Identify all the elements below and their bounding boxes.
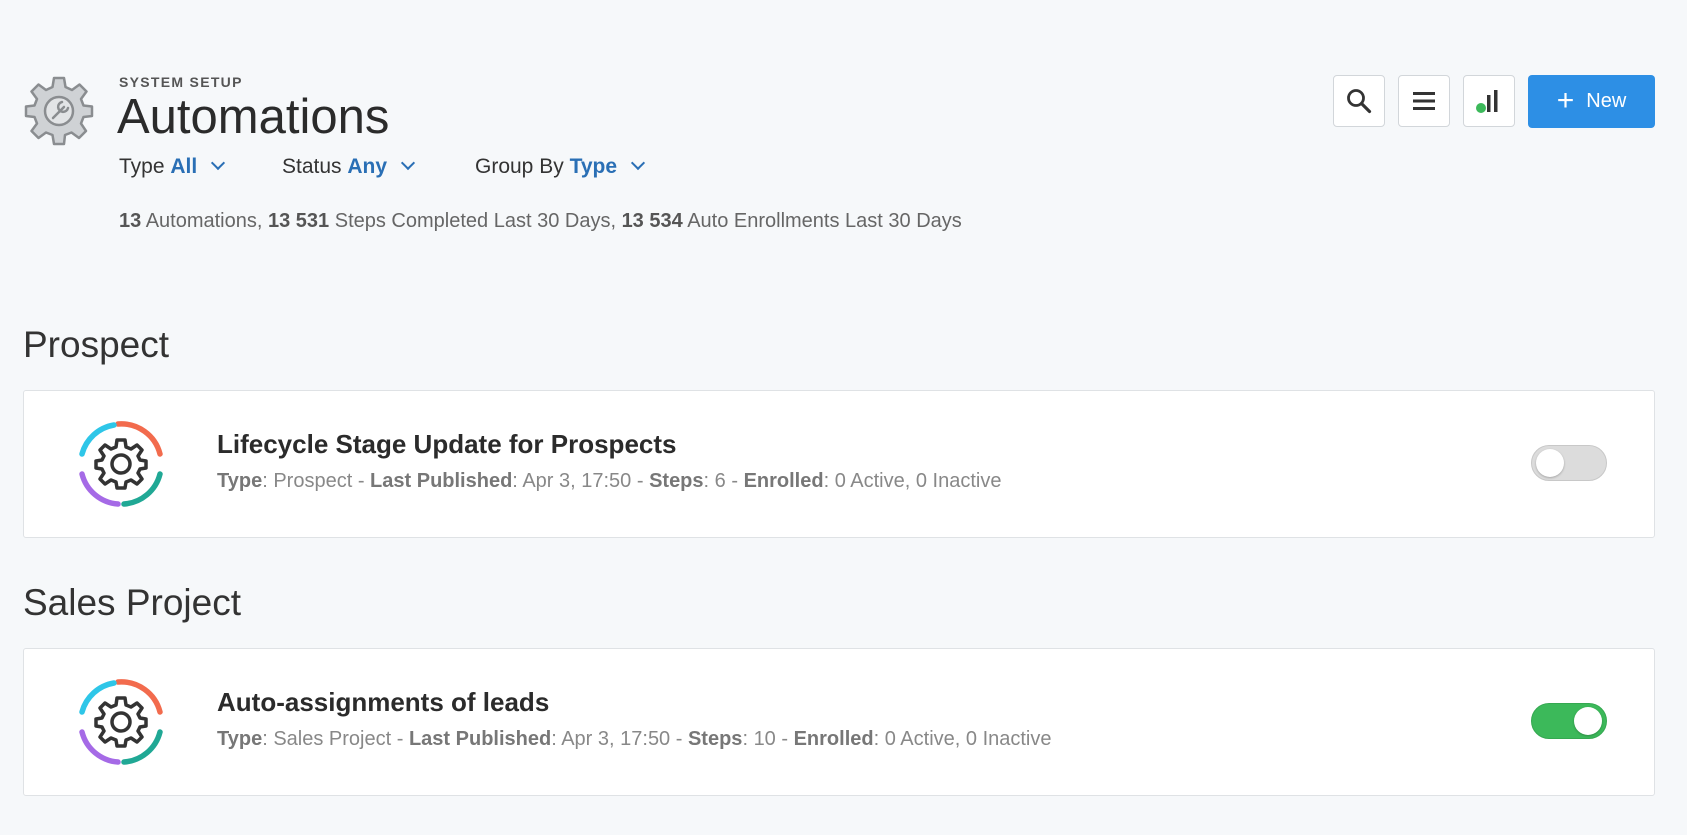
- meta-published-label: Last Published: [370, 470, 513, 492]
- automation-meta: Type: Sales Project - Last Published: Ap…: [217, 728, 1052, 750]
- filter-type[interactable]: Type All: [119, 155, 226, 179]
- meta-steps-value: 10: [753, 728, 776, 750]
- automations-label: Automations,: [145, 210, 263, 232]
- filter-type-label: Type: [119, 155, 165, 178]
- automation-cycle-icon: [79, 421, 163, 507]
- bar-chart-icon: [1476, 90, 1498, 113]
- filter-status-value: Any: [347, 155, 388, 178]
- enable-toggle[interactable]: [1531, 445, 1607, 481]
- filter-status[interactable]: Status Any: [282, 155, 415, 179]
- status-dot: [1476, 103, 1486, 113]
- group-title-prospect: Prospect: [23, 324, 170, 365]
- search-button[interactable]: [1333, 75, 1385, 127]
- meta-steps-value: 6: [714, 470, 726, 492]
- enroll-label: Auto Enrollments Last 30 Days: [687, 210, 962, 232]
- filter-group-by-label: Group By: [475, 155, 564, 178]
- page-header: SYSTEM SETUP Automations Type All Status…: [0, 0, 1687, 260]
- chevron-down-icon: [210, 155, 226, 171]
- meta-published-label: Last Published: [408, 728, 552, 750]
- list-view-button[interactable]: [1398, 75, 1450, 127]
- meta-enrolled-value: 0 Active, 0 Inactive: [884, 728, 1052, 750]
- page-kicker: SYSTEM SETUP: [119, 74, 243, 90]
- chevron-down-icon: [400, 155, 415, 171]
- meta-published-value: Apr 3, 17:50: [561, 728, 671, 750]
- enroll-count: 13 534: [621, 210, 683, 232]
- meta-type-label: Type: [217, 728, 263, 750]
- meta-steps-label: Steps: [687, 728, 743, 750]
- toggle-knob: [1536, 449, 1564, 477]
- meta-steps-label: Steps: [649, 470, 704, 492]
- filter-group-by[interactable]: Group By Type: [475, 155, 645, 179]
- stats-button[interactable]: [1463, 75, 1515, 127]
- group-title-sales-project: Sales Project: [23, 582, 241, 623]
- search-icon: [1347, 89, 1372, 114]
- summary-stats: 13 Automations, 13 531 Steps Completed L…: [119, 210, 962, 233]
- meta-type-value: Prospect: [273, 470, 353, 492]
- meta-enrolled-label: Enrolled: [743, 470, 824, 492]
- automation-name[interactable]: Lifecycle Stage Update for Prospects: [217, 429, 676, 460]
- meta-type-value: Sales Project: [273, 728, 392, 750]
- plus-icon: +: [1556, 83, 1575, 117]
- settings-gear-icon: [24, 76, 94, 146]
- filter-status-label: Status: [282, 155, 342, 178]
- automation-card[interactable]: Lifecycle Stage Update for Prospects Typ…: [23, 390, 1655, 538]
- meta-published-value: Apr 3, 17:50: [522, 470, 632, 492]
- automation-card[interactable]: Auto-assignments of leads Type: Sales Pr…: [23, 648, 1655, 796]
- automation-meta: Type: Prospect - Last Published: Apr 3, …: [217, 470, 1002, 492]
- automation-cycle-icon: [79, 679, 163, 765]
- new-automation-button[interactable]: + New: [1528, 75, 1655, 128]
- menu-icon: [1413, 92, 1435, 110]
- steps-count: 13 531: [268, 210, 330, 232]
- toggle-knob: [1574, 707, 1602, 735]
- filter-type-value: All: [170, 155, 198, 178]
- filter-group-by-value: Type: [569, 155, 618, 178]
- meta-type-label: Type: [217, 470, 263, 492]
- automations-count: 13: [119, 210, 142, 232]
- chevron-down-icon: [630, 155, 645, 171]
- steps-label: Steps Completed Last 30 Days,: [334, 210, 616, 232]
- page-title: Automations: [117, 90, 390, 144]
- enable-toggle[interactable]: [1531, 703, 1607, 739]
- meta-enrolled-label: Enrolled: [793, 728, 874, 750]
- automation-name[interactable]: Auto-assignments of leads: [217, 687, 549, 718]
- new-button-label: New: [1586, 90, 1627, 112]
- meta-enrolled-value: 0 Active, 0 Inactive: [834, 470, 1002, 492]
